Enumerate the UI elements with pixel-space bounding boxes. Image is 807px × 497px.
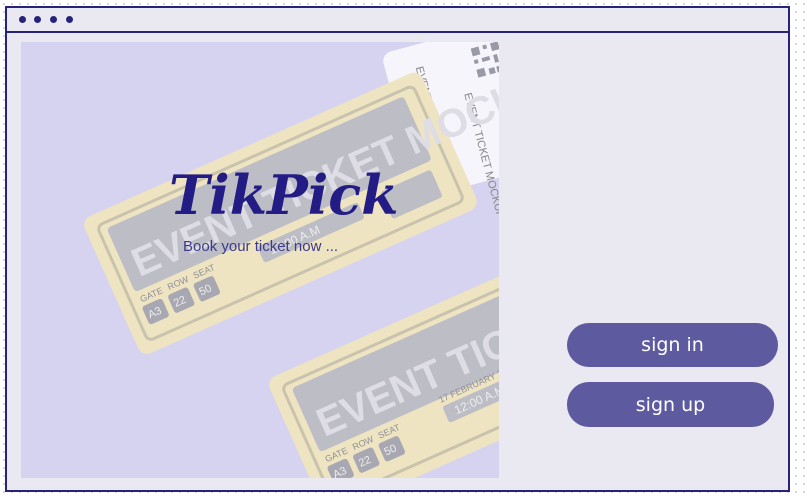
app-window: EVENT TICKET MOCKUP EVENT TICKET MOCKUP … — [5, 6, 790, 492]
sign-up-button[interactable]: sign up — [567, 382, 774, 427]
title-bar — [7, 8, 788, 33]
sign-in-button[interactable]: sign in — [567, 323, 778, 367]
ticket-illustration: EVENT TICKET MOCKUP EVENT TICKET MOCKUP … — [84, 42, 499, 478]
window-dot-icon — [34, 16, 41, 23]
window-dot-icon — [19, 16, 26, 23]
hero-image: EVENT TICKET MOCKUP EVENT TICKET MOCKUP … — [21, 42, 499, 478]
tagline: Book your ticket now ... — [183, 238, 339, 255]
window-dot-icon — [66, 16, 73, 23]
window-dot-icon — [50, 16, 57, 23]
brand-logo: TikPick — [169, 163, 399, 227]
